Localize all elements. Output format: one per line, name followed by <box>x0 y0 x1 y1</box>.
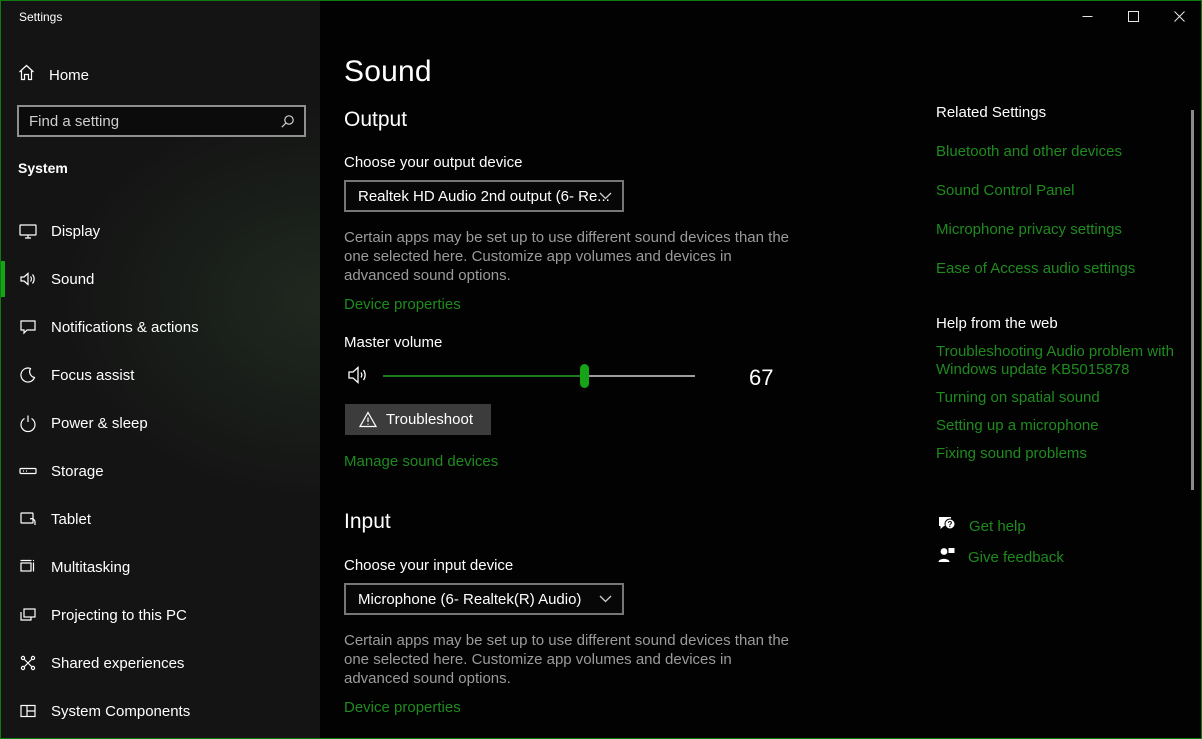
sidebar-item-tablet[interactable]: Tablet <box>1 495 320 543</box>
link-ease-of-access-audio[interactable]: Ease of Access audio settings <box>936 260 1135 277</box>
output-description: Certain apps may be set up to use differ… <box>344 228 794 285</box>
warning-icon <box>359 411 377 428</box>
sidebar-item-sound[interactable]: Sound <box>1 255 320 303</box>
troubleshoot-button[interactable]: Troubleshoot <box>345 404 491 435</box>
output-device-properties-link[interactable]: Device properties <box>344 296 461 313</box>
sidebar-item-multitasking[interactable]: Multitasking <box>1 543 320 591</box>
multitasking-icon <box>18 557 38 577</box>
link-microphone-privacy[interactable]: Microphone privacy settings <box>936 221 1135 238</box>
give-feedback-icon <box>936 545 956 570</box>
get-help-row[interactable]: ? Get help <box>936 514 1026 539</box>
svg-text:?: ? <box>948 520 953 529</box>
volume-icon[interactable] <box>346 363 370 392</box>
minimize-button[interactable] <box>1064 1 1110 32</box>
slider-fill <box>383 375 586 377</box>
sidebar-item-projecting[interactable]: Projecting to this PC <box>1 591 320 639</box>
search-box[interactable] <box>17 105 306 137</box>
sound-icon <box>18 269 38 289</box>
link-fixing-sound-problems[interactable]: Fixing sound problems <box>936 445 1174 463</box>
sidebar-item-focus-assist[interactable]: Focus assist <box>1 351 320 399</box>
input-section-heading: Input <box>344 510 391 534</box>
display-icon <box>18 221 38 241</box>
shared-experiences-icon <box>18 653 38 673</box>
chevron-down-icon <box>599 595 612 603</box>
master-volume-slider[interactable] <box>383 375 695 377</box>
sidebar-item-shared-experiences[interactable]: Shared experiences <box>1 639 320 687</box>
manage-sound-devices-link[interactable]: Manage sound devices <box>344 453 498 470</box>
selected-indicator <box>1 261 5 297</box>
input-description: Certain apps may be set up to use differ… <box>344 631 794 688</box>
notifications-icon <box>18 317 38 337</box>
maximize-button[interactable] <box>1110 1 1156 32</box>
sidebar-home-label: Home <box>49 67 89 84</box>
power-icon <box>18 413 38 433</box>
get-help-icon: ? <box>936 514 957 539</box>
output-section-heading: Output <box>344 108 407 132</box>
sidebar-item-display[interactable]: Display <box>1 207 320 255</box>
input-device-properties-link[interactable]: Device properties <box>344 699 461 716</box>
storage-icon <box>18 461 38 481</box>
link-setup-microphone[interactable]: Setting up a microphone <box>936 417 1174 435</box>
give-feedback-link[interactable]: Give feedback <box>968 549 1064 566</box>
input-device-label: Choose your input device <box>344 557 513 574</box>
related-settings: Related Settings Bluetooth and other dev… <box>936 104 1135 277</box>
sidebar-item-system-components[interactable]: System Components <box>1 687 320 735</box>
link-spatial-sound[interactable]: Turning on spatial sound <box>936 389 1174 407</box>
chevron-down-icon <box>599 192 612 200</box>
input-device-dropdown[interactable]: Microphone (6- Realtek(R) Audio) <box>344 583 624 615</box>
link-troubleshooting-audio[interactable]: Troubleshooting Audio problem with Windo… <box>936 343 1174 379</box>
help-from-web: Help from the web Troubleshooting Audio … <box>936 315 1174 463</box>
link-bluetooth-devices[interactable]: Bluetooth and other devices <box>936 143 1135 160</box>
sidebar-item-notifications[interactable]: Notifications & actions <box>1 303 320 351</box>
scrollbar[interactable] <box>1191 110 1194 490</box>
page-title: Sound <box>344 55 432 89</box>
sidebar-item-home[interactable]: Home <box>1 60 320 90</box>
focus-assist-icon <box>18 365 38 385</box>
slider-thumb[interactable] <box>580 364 589 388</box>
output-device-label: Choose your output device <box>344 154 522 171</box>
sidebar-section-system: System <box>18 160 68 176</box>
help-from-web-heading: Help from the web <box>936 315 1174 332</box>
volume-value: 67 <box>749 365 773 391</box>
link-sound-control-panel[interactable]: Sound Control Panel <box>936 182 1135 199</box>
window-title: Settings <box>19 10 62 24</box>
give-feedback-row[interactable]: Give feedback <box>936 545 1064 570</box>
sidebar-item-power-sleep[interactable]: Power & sleep <box>1 399 320 447</box>
close-button[interactable] <box>1156 1 1202 32</box>
get-help-link[interactable]: Get help <box>969 518 1026 535</box>
search-icon[interactable] <box>280 114 295 129</box>
system-components-icon <box>18 701 38 721</box>
sidebar-nav: Display Sound Notifications & actions Fo… <box>1 207 320 735</box>
output-device-dropdown[interactable]: Realtek HD Audio 2nd output (6- Re... <box>344 180 624 212</box>
tablet-icon <box>18 509 38 529</box>
sidebar-item-storage[interactable]: Storage <box>1 447 320 495</box>
related-settings-heading: Related Settings <box>936 104 1135 121</box>
home-icon <box>1 64 35 86</box>
projecting-icon <box>18 605 38 625</box>
search-input[interactable] <box>19 113 280 130</box>
sidebar: Settings Home System Display Sound <box>1 1 320 738</box>
master-volume-label: Master volume <box>344 334 442 351</box>
